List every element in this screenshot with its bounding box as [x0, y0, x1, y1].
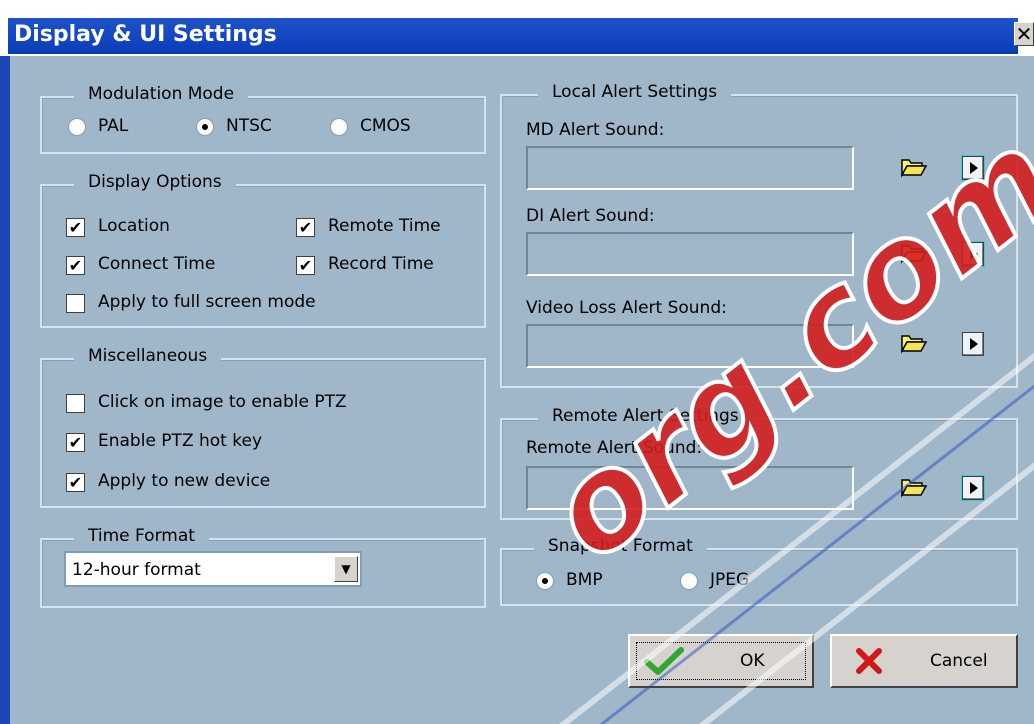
- local-alert-legend: Local Alert Settings: [538, 82, 732, 102]
- video-loss-alert-field[interactable]: [526, 324, 854, 368]
- time-format-legend: Time Format: [74, 526, 209, 546]
- checkbox-full-screen[interactable]: [66, 294, 85, 313]
- checkbox-click-ptz-label: Click on image to enable PTZ: [98, 392, 347, 412]
- md-alert-field[interactable]: [526, 146, 854, 190]
- display-options-legend: Display Options: [74, 172, 236, 192]
- miscellaneous-legend: Miscellaneous: [74, 346, 222, 366]
- cancel-button-label: Cancel: [930, 651, 988, 671]
- time-format-value: 12-hour format: [72, 560, 201, 580]
- x-icon: [856, 648, 882, 674]
- di-alert-field[interactable]: [526, 232, 854, 276]
- video-loss-alert-label: Video Loss Alert Sound:: [526, 298, 727, 318]
- checkbox-click-ptz[interactable]: [66, 394, 85, 413]
- checkbox-ptz-hotkey-label: Enable PTZ hot key: [98, 431, 262, 451]
- play-icon[interactable]: [962, 242, 984, 266]
- radio-jpeg[interactable]: [680, 572, 698, 590]
- remote-alert-label: Remote Alert Sound:: [526, 438, 703, 458]
- close-button[interactable]: ✕: [1014, 22, 1034, 46]
- radio-ntsc[interactable]: [196, 118, 214, 136]
- time-format-select[interactable]: 12-hour format ▼: [64, 551, 362, 587]
- checkbox-ptz-hotkey[interactable]: ✔: [66, 433, 85, 452]
- cancel-button[interactable]: Cancel: [830, 634, 1018, 688]
- checkbox-new-device[interactable]: ✔: [66, 473, 85, 492]
- checkbox-record-time-label: Record Time: [328, 254, 434, 274]
- title-bar: Display & UI Settings ✕: [0, 0, 1034, 56]
- radio-bmp-label: BMP: [566, 570, 603, 590]
- checkbox-remote-time[interactable]: ✔: [296, 218, 315, 237]
- remote-alert-legend: Remote Alert Settings: [538, 406, 753, 426]
- ok-button-label: OK: [740, 651, 765, 671]
- folder-open-icon[interactable]: [900, 156, 928, 178]
- chevron-down-icon[interactable]: ▼: [334, 556, 358, 582]
- settings-dialog: Display & UI Settings ✕ Modulation Mode …: [0, 0, 1034, 724]
- di-alert-label: DI Alert Sound:: [526, 206, 655, 226]
- checkbox-location-label: Location: [98, 216, 170, 236]
- radio-bmp[interactable]: [536, 572, 554, 590]
- play-icon[interactable]: [962, 156, 984, 180]
- checkbox-connect-time[interactable]: ✔: [66, 256, 85, 275]
- md-alert-label: MD Alert Sound:: [526, 120, 665, 140]
- radio-ntsc-label: NTSC: [226, 116, 272, 136]
- checkbox-new-device-label: Apply to new device: [98, 471, 271, 491]
- checkbox-remote-time-label: Remote Time: [328, 216, 441, 236]
- folder-open-icon[interactable]: [900, 242, 928, 264]
- checkbox-full-screen-label: Apply to full screen mode: [98, 292, 316, 312]
- checkbox-location[interactable]: ✔: [66, 218, 85, 237]
- checkbox-connect-time-label: Connect Time: [98, 254, 216, 274]
- play-icon[interactable]: [962, 332, 984, 356]
- radio-cmos[interactable]: [330, 118, 348, 136]
- window-left-edge: [0, 56, 10, 724]
- radio-pal[interactable]: [68, 118, 86, 136]
- play-icon[interactable]: [962, 476, 984, 500]
- radio-pal-label: PAL: [98, 116, 129, 136]
- close-icon: ✕: [1015, 22, 1033, 46]
- snapshot-format-legend: Snapshot Format: [534, 536, 707, 556]
- remote-alert-field[interactable]: [526, 466, 854, 510]
- radio-cmos-label: CMOS: [360, 116, 411, 136]
- checkbox-record-time[interactable]: ✔: [296, 256, 315, 275]
- modulation-mode-legend: Modulation Mode: [74, 84, 249, 104]
- folder-open-icon[interactable]: [900, 332, 928, 354]
- window-title: Display & UI Settings: [14, 22, 277, 47]
